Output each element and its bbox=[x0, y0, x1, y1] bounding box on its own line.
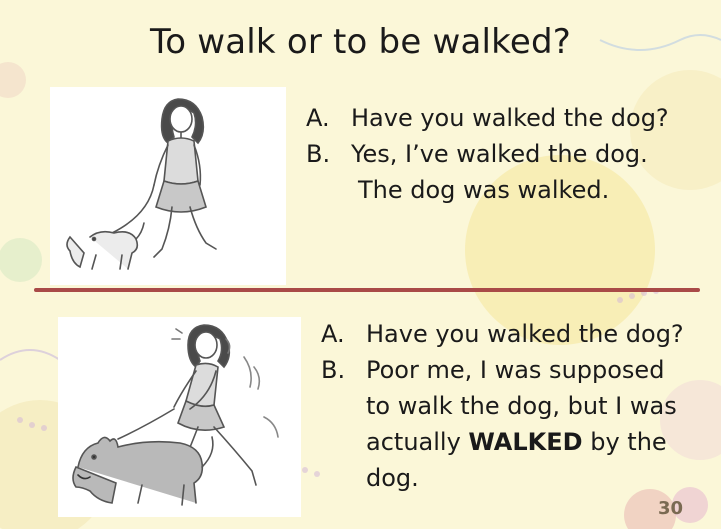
dialogue-2: A. Have you walked the dog? B. Poor me, … bbox=[321, 316, 716, 496]
answer-text: Yes, I’ve walked the dog. bbox=[351, 140, 648, 168]
label-b: B. bbox=[306, 140, 331, 168]
answer-line-2: to walk the dog, but I was bbox=[366, 392, 677, 420]
page-number: 30 bbox=[657, 498, 683, 519]
question-text: Have you walked the dog? bbox=[351, 104, 669, 132]
label-a: A. bbox=[306, 104, 330, 132]
label-a: A. bbox=[321, 320, 345, 348]
section-divider bbox=[34, 288, 700, 292]
question-a: A. Have you walked the dog? bbox=[321, 316, 716, 352]
dog-pulling-girl-image bbox=[58, 317, 301, 517]
dialogue-1: A. Have you walked the dog? B. Yes, I’ve… bbox=[306, 100, 716, 208]
answer-line-1: Poor me, I was supposed bbox=[366, 356, 665, 384]
answer-b: B. Poor me, I was supposed to walk the d… bbox=[321, 352, 716, 496]
answer-line-3-pre: actually bbox=[366, 428, 469, 456]
slide: To walk or to be walked? A. Have you wal… bbox=[0, 0, 721, 529]
answer-text: Poor me, I was supposed to walk the dog,… bbox=[366, 352, 716, 496]
slide-title: To walk or to be walked? bbox=[150, 22, 571, 62]
answer-line-3-post: by the bbox=[582, 428, 667, 456]
emphasis-walked: WALKED bbox=[468, 428, 583, 456]
answer-b: B. Yes, I’ve walked the dog. bbox=[306, 136, 716, 172]
question-text: Have you walked the dog? bbox=[366, 320, 684, 348]
answer-line-4: dog. bbox=[366, 464, 419, 492]
answer-line-3: actually WALKED by the bbox=[366, 424, 716, 460]
dog-pulling-girl-illustration bbox=[72, 324, 279, 506]
label-b: B. bbox=[321, 356, 346, 384]
girl-walking-dog-illustration bbox=[66, 98, 217, 270]
girl-walking-dog-image bbox=[50, 87, 286, 285]
question-a: A. Have you walked the dog? bbox=[306, 100, 716, 136]
answer-continuation: The dog was walked. bbox=[358, 176, 610, 204]
